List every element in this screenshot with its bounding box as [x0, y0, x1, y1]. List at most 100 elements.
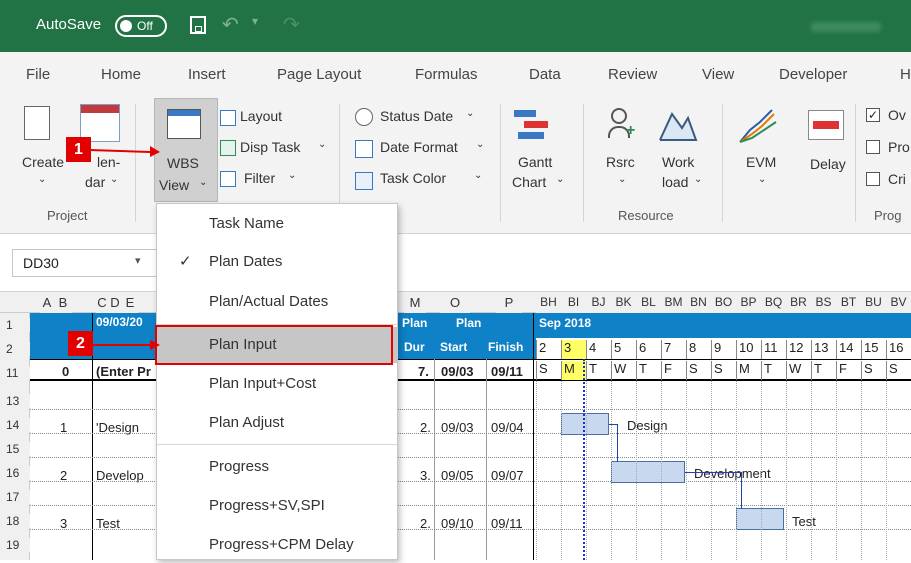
wbs-view-menu: Task Name ✓ Plan Dates Plan/Actual Dates… — [155, 203, 398, 563]
gantt-chart-button-line2[interactable]: Chart — [512, 174, 546, 190]
tab-help[interactable]: H — [900, 66, 911, 83]
spreadsheet-grid[interactable]: A B C D E M O P BH BI BJ BK BL BM BN BO BP BQ BR BS… — [0, 292, 911, 560]
row-header-2[interactable]: 2 — [0, 342, 30, 356]
autosave-toggle[interactable]: Off — [115, 15, 167, 37]
col-header-bq[interactable]: BQ — [761, 292, 786, 313]
menu-item-task-name[interactable]: Task Name — [157, 206, 397, 242]
status-date-button[interactable]: Status Date — [380, 108, 453, 124]
layout-icon — [220, 110, 236, 126]
name-box-dropdown-icon[interactable]: ▾ — [135, 254, 141, 267]
row-header-16[interactable]: 16 — [0, 466, 30, 480]
undo-icon[interactable]: ↶ — [222, 12, 239, 37]
col-header-m[interactable]: M — [404, 292, 426, 313]
menu-item-plan-dates[interactable]: ✓ Plan Dates — [157, 244, 397, 280]
gantt-gridline — [761, 381, 762, 560]
tab-home[interactable]: Home — [101, 66, 141, 83]
row-header-11[interactable]: 11 — [0, 366, 30, 380]
col-header-bs[interactable]: BS — [811, 292, 836, 313]
tab-insert[interactable]: Insert — [188, 66, 226, 83]
col-header-bi[interactable]: BI — [561, 292, 586, 313]
col-header-bu[interactable]: BU — [861, 292, 886, 313]
gantt-bar-design[interactable] — [561, 413, 609, 435]
col-header-bl[interactable]: BL — [636, 292, 661, 313]
col-header-bm[interactable]: BM — [661, 292, 686, 313]
callout-1: 1 — [66, 137, 91, 162]
header-finish: Finish — [488, 340, 524, 354]
tab-data[interactable]: Data — [529, 66, 561, 83]
row-header-19[interactable]: 19 — [0, 538, 30, 552]
gantt-chart-icon — [514, 106, 550, 142]
tab-formulas[interactable]: Formulas — [415, 66, 478, 83]
col-header-bo[interactable]: BO — [711, 292, 736, 313]
task-color-button[interactable]: Task Color — [380, 170, 446, 186]
create-dropdown-icon[interactable]: ⌄ — [38, 174, 46, 185]
cri-checkbox[interactable] — [866, 172, 880, 186]
col-header-bp[interactable]: BP — [736, 292, 761, 313]
menu-item-progress-sv-spi[interactable]: Progress+SV,SPI — [157, 488, 397, 524]
date-format-button[interactable]: Date Format — [380, 139, 458, 155]
calendar-button-line2[interactable]: dar — [85, 174, 105, 190]
menu-item-progress-cpm-delay[interactable]: Progress+CPM Delay — [157, 527, 397, 563]
gantt-bar-test[interactable] — [736, 508, 784, 530]
redo-icon[interactable]: ↷ — [283, 12, 300, 37]
row-header-18[interactable]: 18 — [0, 514, 30, 528]
ov-checkbox[interactable]: ✓ — [866, 108, 880, 122]
wbs-view-button[interactable]: WBS View ⌄ — [154, 98, 218, 202]
col-header-bv[interactable]: BV — [886, 292, 911, 313]
tab-view[interactable]: View — [702, 66, 734, 83]
day-cell: 5 — [611, 340, 636, 359]
col-header-o[interactable]: O — [440, 292, 470, 313]
menu-item-plan-input-cost[interactable]: Plan Input+Cost — [157, 366, 397, 402]
undo-dropdown-icon[interactable]: ▾ — [252, 14, 258, 28]
workload-button-line2[interactable]: load — [662, 174, 688, 190]
gantt-chart-button[interactable]: Gantt — [518, 154, 552, 170]
pro-checkbox[interactable] — [866, 140, 880, 154]
header-plan-dates: Plan — [456, 316, 482, 330]
col-header-p[interactable]: P — [496, 292, 522, 313]
col-header-b[interactable]: B — [54, 292, 72, 313]
day-cell: 9 — [711, 340, 736, 359]
tab-page-layout[interactable]: Page Layout — [277, 66, 361, 83]
row-header-14[interactable]: 14 — [0, 418, 30, 432]
tab-review[interactable]: Review — [608, 66, 657, 83]
menu-item-plan-adjust[interactable]: Plan Adjust — [157, 405, 397, 441]
delay-button[interactable]: Delay — [810, 156, 846, 172]
rsrc-button[interactable]: Rsrc — [606, 154, 635, 170]
layout-button[interactable]: Layout — [240, 108, 282, 124]
gantt-gridline — [886, 381, 887, 560]
col-header-br[interactable]: BR — [786, 292, 811, 313]
col-header-bn[interactable]: BN — [686, 292, 711, 313]
gantt-label-test: Test — [792, 514, 816, 529]
col-header-bj[interactable]: BJ — [586, 292, 611, 313]
row-header-15[interactable]: 15 — [0, 442, 30, 456]
col-header-a[interactable]: A — [40, 292, 54, 313]
day-cell: 6 — [636, 340, 661, 359]
day-cell: 7 — [661, 340, 686, 359]
row-header-13[interactable]: 13 — [0, 394, 30, 408]
wbs-grid-icon — [167, 109, 201, 139]
tab-developer[interactable]: Developer — [779, 66, 847, 83]
filter-button[interactable]: Filter — [244, 170, 275, 186]
row-header-17[interactable]: 17 — [0, 490, 30, 504]
gantt-gridline — [636, 381, 637, 560]
workload-button[interactable]: Work — [662, 154, 694, 170]
create-icon — [24, 106, 50, 140]
day-cell: 11 — [761, 340, 786, 359]
gantt-bar-development[interactable] — [611, 461, 685, 483]
name-box[interactable]: DD30 ▾ — [12, 249, 157, 277]
date-format-icon — [355, 140, 373, 158]
col-header-bt[interactable]: BT — [836, 292, 861, 313]
tab-file[interactable]: File — [26, 66, 50, 83]
col-header-e[interactable]: E — [122, 292, 138, 313]
row-header-1[interactable]: 1 — [0, 318, 30, 332]
col-header-bk[interactable]: BK — [611, 292, 636, 313]
menu-item-progress[interactable]: Progress — [157, 449, 397, 485]
col-header-c[interactable]: C — [96, 292, 108, 313]
disp-task-button[interactable]: Disp Task — [240, 139, 300, 155]
create-button[interactable]: Create — [22, 154, 64, 170]
col-header-bh[interactable]: BH — [536, 292, 561, 313]
save-icon[interactable] — [190, 16, 206, 34]
menu-item-plan-actual-dates[interactable]: Plan/Actual Dates — [157, 284, 397, 320]
col-header-d[interactable]: D — [108, 292, 122, 313]
evm-button[interactable]: EVM — [746, 154, 776, 170]
